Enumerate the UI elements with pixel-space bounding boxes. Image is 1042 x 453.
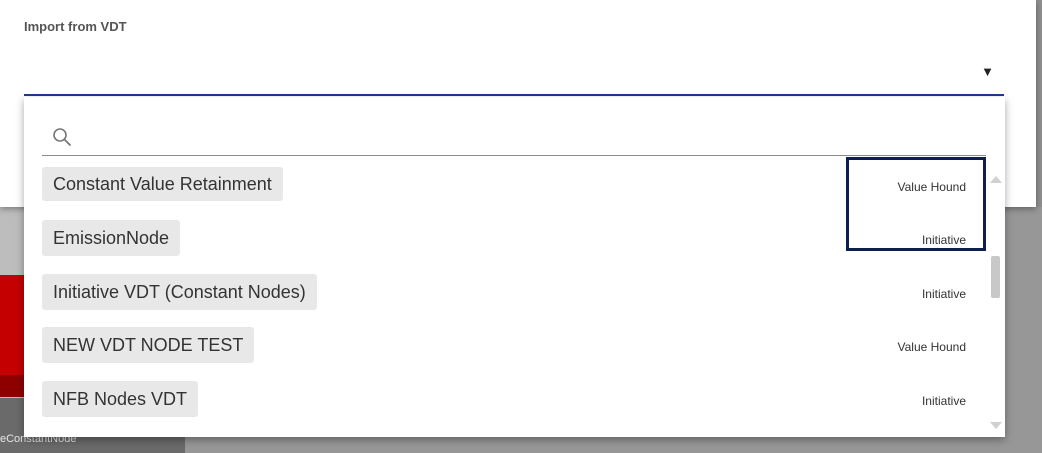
- option-new-vdt-node-test[interactable]: NEW VDT NODE TEST Value Hound: [24, 327, 984, 381]
- option-name: NFB Nodes VDT: [42, 381, 199, 417]
- option-type: Initiative: [921, 394, 966, 408]
- option-name: NEW VDT NODE TEST: [42, 327, 255, 363]
- search-input[interactable]: [84, 121, 968, 151]
- option-initiative-vdt-constant-nodes[interactable]: Initiative VDT (Constant Nodes) Initiati…: [24, 274, 984, 328]
- option-name: Constant Value Retainment: [42, 167, 283, 201]
- option-emissionnode[interactable]: EmissionNode Initiative: [24, 220, 984, 274]
- option-type: Value Hound: [897, 180, 967, 194]
- option-type: Value Hound: [897, 340, 967, 354]
- option-nfb-nodes-vdt[interactable]: NFB Nodes VDT Initiative: [24, 381, 984, 435]
- option-name: Initiative VDT (Constant Nodes): [42, 274, 317, 310]
- option-type: Initiative: [921, 233, 966, 247]
- option-constant-value-retainment[interactable]: Constant Value Retainment Value Hound: [24, 167, 984, 221]
- dropdown-search: [42, 111, 986, 156]
- vdt-dropdown-panel: Constant Value Retainment Value Hound Em…: [24, 97, 1005, 437]
- import-from-vdt-select[interactable]: ▼: [24, 50, 1004, 96]
- option-type: Initiative: [921, 287, 966, 301]
- scroll-thumb[interactable]: [991, 256, 1000, 298]
- scroll-down-arrow-icon[interactable]: [990, 422, 1002, 429]
- import-from-vdt-label: Import from VDT: [24, 19, 127, 34]
- search-icon: [53, 128, 71, 146]
- dropdown-arrow-icon[interactable]: ▼: [981, 64, 994, 79]
- dropdown-scrollbar[interactable]: [986, 172, 1005, 437]
- option-name: EmissionNode: [42, 220, 181, 256]
- scroll-up-arrow-icon[interactable]: [990, 176, 1002, 183]
